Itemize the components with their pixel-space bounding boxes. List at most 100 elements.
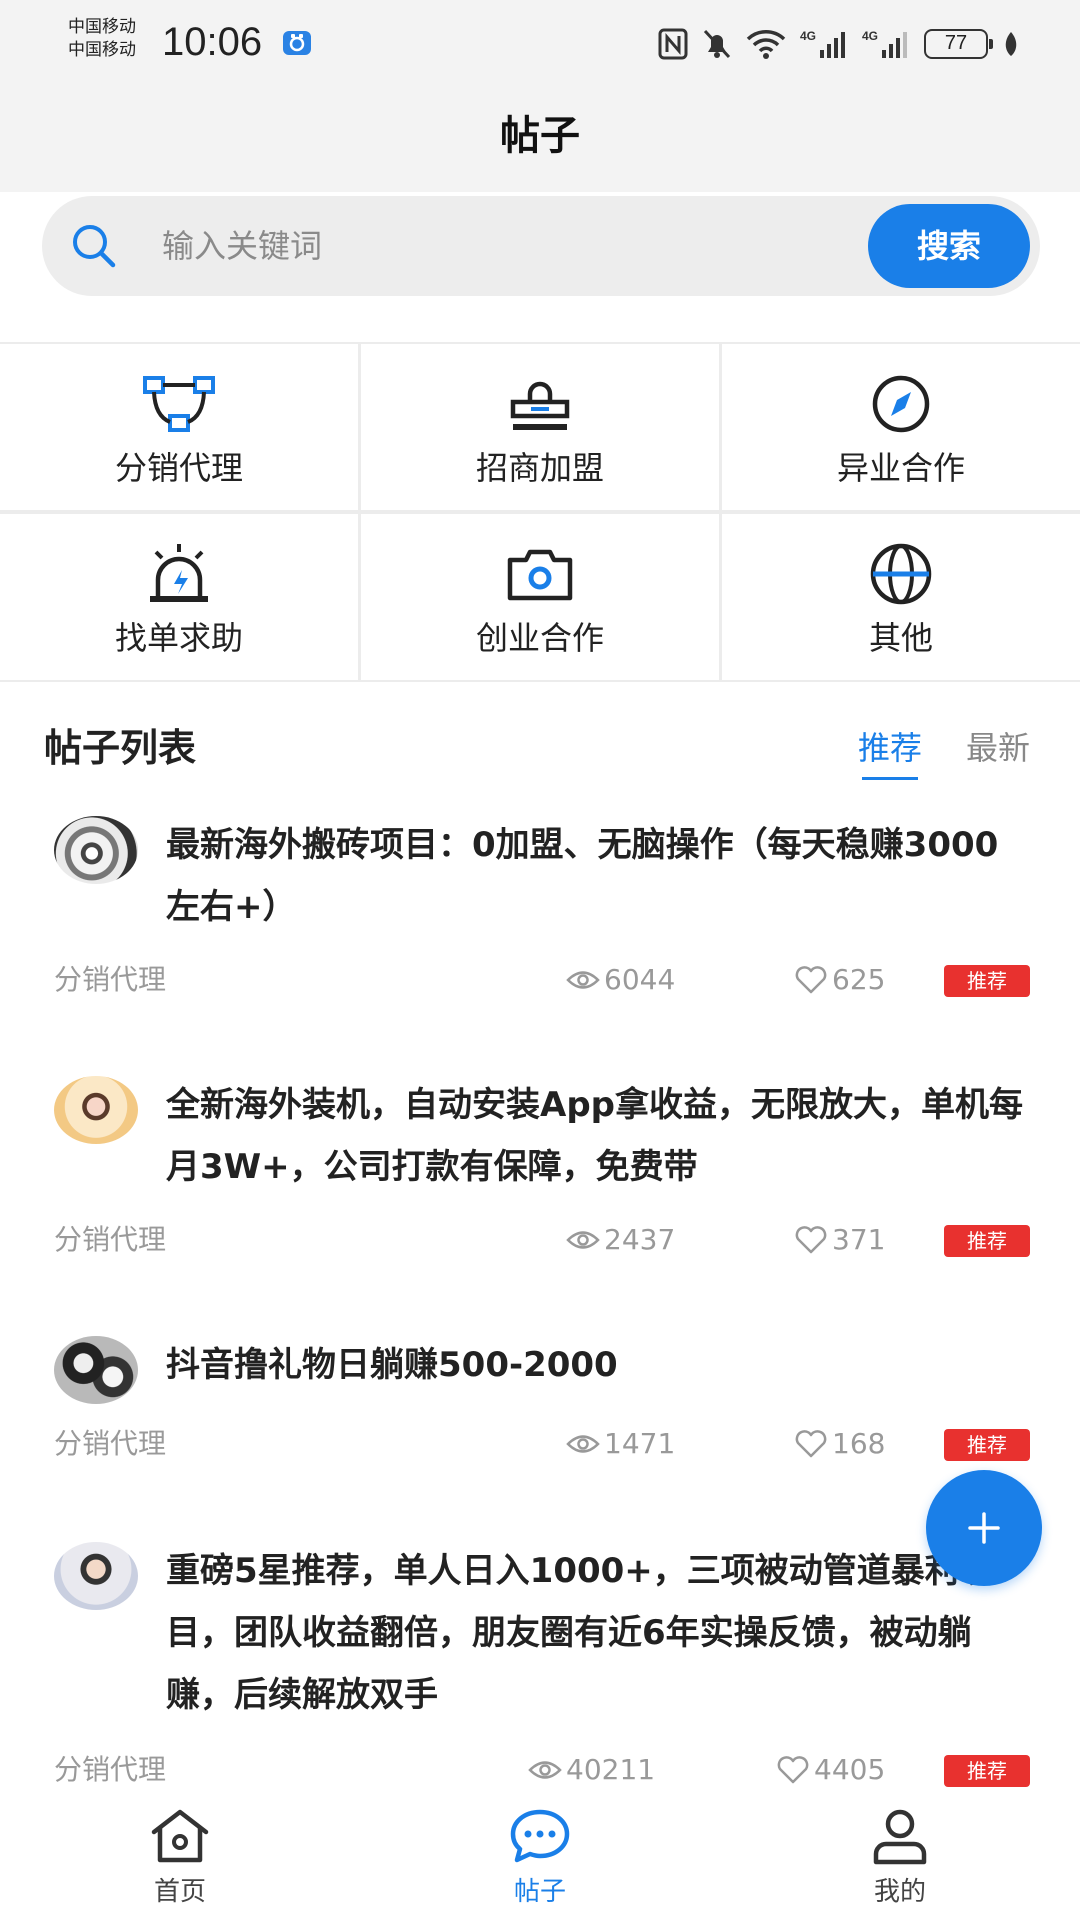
search-input[interactable] [162,222,782,270]
category-label: 其他 [868,619,933,657]
new-post-button[interactable] [926,1470,1042,1586]
plus-icon [968,1512,1000,1544]
app-notification-icon [283,31,311,55]
globe-icon [870,543,932,605]
battery-indicator: 77 [924,29,993,59]
like-count: 371 [794,1220,885,1260]
category-help[interactable]: 找单求助 [0,514,358,680]
search-button[interactable]: 搜索 [868,204,1030,288]
category-grid: 分销代理 招商加盟 异业合作 找单求助 创业合作 其他 [0,342,1080,682]
heart-icon [795,966,827,994]
avatar [54,1542,138,1610]
view-count-value: 40211 [566,1753,656,1786]
recommend-badge: 推荐 [944,1755,1030,1787]
avatar [54,1336,138,1404]
post-item[interactable]: 重磅5星推荐，单人日入1000+，三项被动管道暴利项目，团队收益翻倍，朋友圈有近… [0,1540,1080,1790]
post-title: 全新海外装机，自动安装App拿收益，无限放大，单机每月3W+，公司打款有保障，免… [166,1085,1023,1187]
signal-4g-icon-2: 4G [862,29,907,58]
compass-icon [872,375,930,433]
mute-bell-icon [703,29,731,59]
nav-label: 我的 [873,1877,926,1907]
post-title: 最新海外搬砖项目：0加盟、无脑操作（每天稳赚3000左右+） [166,825,999,927]
tab-recommended[interactable]: 推荐 [858,722,922,780]
recommend-badge: 推荐 [944,965,1030,997]
like-count-value: 371 [832,1223,886,1256]
chat-bubble-icon [510,1809,570,1863]
top-bar: 中国移动 中国移动 10:06 4G 4G 77 帖子 [0,0,1080,192]
avatar [54,816,138,884]
view-count-value: 1471 [604,1427,676,1460]
tab-latest[interactable]: 最新 [966,722,1030,774]
like-count-value: 4405 [814,1753,886,1786]
heart-icon [795,1226,827,1254]
category-label: 异业合作 [836,449,965,487]
bottom-nav: 首页 帖子 我的 [0,1796,1080,1920]
nav-label: 帖子 [513,1877,566,1907]
avatar [54,1076,138,1144]
eye-icon [566,971,600,989]
eye-icon [566,1435,600,1453]
category-other[interactable]: 其他 [722,514,1080,680]
category-startup[interactable]: 创业合作 [361,514,719,680]
carrier-labels: 中国移动 中国移动 [68,16,136,62]
heart-icon [777,1756,809,1784]
list-title: 帖子列表 [44,726,197,770]
search-bar: 搜索 [42,196,1040,296]
category-label: 招商加盟 [475,449,604,487]
nav-home[interactable]: 首页 [80,1796,280,1920]
nav-posts[interactable]: 帖子 [440,1796,640,1920]
carrier-1: 中国移动 [68,17,136,37]
category-cross-industry[interactable]: 异业合作 [722,344,1080,510]
stamp-icon [510,381,570,430]
category-label: 找单求助 [114,619,243,657]
svg-text:4G: 4G [862,29,878,43]
post-item[interactable]: 抖音撸礼物日躺赚500-2000 分销代理 1471 168 推荐 [0,1334,1080,1474]
post-item[interactable]: 最新海外搬砖项目：0加盟、无脑操作（每天稳赚3000左右+） 分销代理 6044… [0,814,1080,1014]
nav-label: 首页 [153,1877,206,1907]
like-count: 4405 [776,1750,885,1790]
search-icon [73,225,116,268]
post-meta: 分销代理 1471 168 推荐 [0,1424,1080,1464]
alarm-siren-icon [150,544,208,602]
home-icon [151,1809,209,1863]
like-count-value: 168 [832,1427,886,1460]
like-count: 625 [794,960,885,1000]
post-meta: 分销代理 40211 4405 推荐 [0,1750,1080,1790]
heart-icon [795,1430,827,1458]
wifi-icon [746,30,786,59]
post-category: 分销代理 [54,1223,167,1256]
status-bar: 中国移动 中国移动 10:06 4G 4G 77 [0,0,1080,86]
view-count-value: 2437 [604,1223,676,1256]
category-franchise[interactable]: 招商加盟 [361,344,719,510]
post-category: 分销代理 [54,1427,167,1460]
status-time: 10:06 [162,20,263,64]
status-icons: 4G 4G 77 [658,24,1020,64]
post-meta: 分销代理 6044 625 推荐 [0,960,1080,1000]
post-title: 抖音撸礼物日躺赚500-2000 [166,1345,618,1385]
eye-icon [566,1231,600,1249]
like-count-value: 625 [832,963,886,996]
post-category: 分销代理 [54,963,167,996]
like-count: 168 [794,1424,885,1464]
view-count: 40211 [528,1750,655,1790]
view-count: 1471 [566,1424,675,1464]
post-meta: 分销代理 2437 371 推荐 [0,1220,1080,1260]
post-item[interactable]: 全新海外装机，自动安装App拿收益，无限放大，单机每月3W+，公司打款有保障，免… [0,1074,1080,1274]
category-distribution[interactable]: 分销代理 [0,344,358,510]
carrier-2: 中国移动 [68,40,136,60]
svg-text:4G: 4G [800,29,816,43]
recommend-badge: 推荐 [944,1429,1030,1461]
user-icon [873,1809,927,1865]
eye-icon [528,1761,562,1779]
post-category: 分销代理 [54,1753,167,1786]
category-label: 创业合作 [475,619,604,657]
camera-icon [507,549,573,601]
nav-profile[interactable]: 我的 [800,1796,1000,1920]
view-count: 6044 [566,960,675,1000]
distribution-network-icon [143,376,215,432]
category-label: 分销代理 [114,449,243,487]
post-title: 重磅5星推荐，单人日入1000+，三项被动管道暴利项目，团队收益翻倍，朋友圈有近… [166,1551,993,1715]
view-count: 2437 [566,1220,675,1260]
view-count-value: 6044 [604,963,676,996]
signal-4g-icon: 4G [800,29,845,58]
